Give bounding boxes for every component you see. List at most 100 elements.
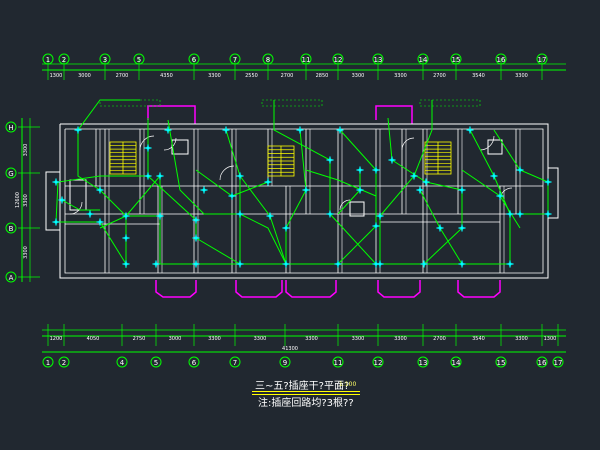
top-axis-label: 13 — [374, 56, 383, 64]
socket-outlet-dot — [390, 158, 394, 162]
panel-box — [99, 99, 161, 107]
socket-outlet-dot — [54, 180, 58, 184]
left-protrusion — [45, 171, 60, 231]
bottom-axis-label: 17 — [554, 359, 563, 367]
socket-outlet-dot — [424, 180, 428, 184]
socket-circuit-wire — [125, 174, 161, 264]
socket-outlet-dot — [284, 226, 288, 230]
balcony-bottom-3 — [285, 280, 337, 298]
socket-outlet-dot — [498, 194, 502, 198]
socket-outlet-dot — [378, 262, 382, 266]
socket-outlet-dot — [284, 262, 288, 266]
socket-outlet-dot — [338, 128, 342, 132]
socket-outlet-dot — [202, 188, 206, 192]
top-dim-value: 2550 — [245, 73, 258, 79]
bottom-dim-value: 4050 — [87, 336, 100, 342]
socket-outlet-dot — [358, 168, 362, 172]
socket-outlet-dot — [194, 262, 198, 266]
bottom-axis-label: 1 — [46, 359, 50, 367]
top-axis-label: 5 — [137, 56, 141, 64]
left-dim-value: 3300 — [23, 144, 29, 157]
socket-outlet-dot — [460, 188, 464, 192]
left-dim-value: 3300 — [23, 194, 29, 207]
bottom-axis-label: 9 — [283, 359, 287, 367]
staircases — [109, 141, 452, 177]
bottom-axis-label: 12 — [374, 359, 383, 367]
balcony-top-1 — [147, 105, 196, 124]
top-dim-value: 3300 — [352, 73, 365, 79]
door-swing — [339, 199, 351, 211]
socket-outlet-dot — [374, 168, 378, 172]
top-axis-label: 17 — [538, 56, 547, 64]
socket-outlet-dot — [336, 262, 340, 266]
socket-outlet-dot — [468, 128, 472, 132]
socket-outlet-dot — [146, 146, 150, 150]
row-axis-label: B — [9, 225, 14, 233]
top-dim-value: 3300 — [208, 73, 221, 79]
socket-outlet-dot — [508, 212, 512, 216]
socket-circuit-wire — [305, 169, 377, 197]
socket-outlet-dot — [154, 262, 158, 266]
socket-circuit-wire — [239, 213, 287, 265]
socket-circuit-wire — [461, 169, 521, 229]
door-swing — [401, 137, 415, 151]
socket-outlet-dot — [518, 212, 522, 216]
socket-outlet-dot — [328, 158, 332, 162]
bottom-axis-label: 6 — [192, 359, 197, 367]
top-dim-value: 1300 — [50, 73, 63, 79]
socket-outlet-dot — [412, 174, 416, 178]
bottom-axis-label: 15 — [497, 359, 506, 367]
bottom-dim-value: 1300 — [544, 336, 557, 342]
drawing-scale: 1:100 — [339, 381, 357, 388]
socket-outlet-dot — [158, 174, 162, 178]
left-dim-value: 3300 — [23, 246, 29, 259]
socket-outlet-dot — [546, 212, 550, 216]
socket-outlet-dot — [518, 168, 522, 172]
fixture — [171, 139, 189, 155]
socket-outlet-dot — [438, 226, 442, 230]
bottom-dim-value: 1200 — [50, 336, 63, 342]
top-dim-value: 3540 — [472, 73, 485, 79]
top-axis-label: 6 — [192, 56, 197, 64]
top-dimension-line: 1 2 3 5 6 7 8 11 12 13 14 15 16 171300 3000 2700 4350 330… — [42, 53, 566, 80]
panel-box — [419, 99, 481, 107]
outer-wall — [59, 123, 549, 279]
socket-outlet-dot — [298, 128, 302, 132]
top-dim-value: 2700 — [116, 73, 129, 79]
socket-outlet-dot — [158, 214, 162, 218]
bottom-axis-label: 7 — [233, 359, 237, 367]
top-dim-value: 4350 — [160, 73, 173, 79]
bottom-dim-value: 3300 — [305, 336, 318, 342]
top-axis-label: 7 — [233, 56, 237, 64]
balcony-bottom-4 — [377, 280, 421, 298]
socket-outlet-dot — [358, 188, 362, 192]
socket-circuit-wire — [387, 117, 463, 265]
socket-outlet-dot — [418, 188, 422, 192]
top-dim-value: 2850 — [316, 73, 329, 79]
socket-outlet-dot — [98, 188, 102, 192]
bottom-dimension-line: 1 2 4 5 6 7 9 11 12 13 14 15 16 171200 4050 2750 3000 330… — [42, 324, 566, 368]
bottom-dim-value: 3540 — [472, 336, 485, 342]
socket-outlet-dot — [268, 214, 272, 218]
socket-outlet-dot — [460, 262, 464, 266]
top-dim-value: 2700 — [281, 73, 294, 79]
socket-outlet-dot — [304, 188, 308, 192]
balcony-bottom-5 — [457, 280, 501, 298]
bottom-dim-value: 2750 — [133, 336, 146, 342]
socket-outlet-dot — [98, 220, 102, 224]
socket-outlet-dot — [166, 128, 170, 132]
socket-wiring — [55, 99, 549, 268]
socket-outlet-dot — [54, 220, 58, 224]
top-dim-value: 3000 — [78, 73, 91, 79]
top-axis-label: 11 — [302, 56, 311, 64]
top-dim-value: 3300 — [394, 73, 407, 79]
socket-circuit-wire — [493, 129, 549, 215]
fixture — [487, 139, 503, 155]
left-total-value: 12600 — [15, 192, 21, 208]
socket-outlet-dot — [378, 214, 382, 218]
bottom-axis-label: 13 — [419, 359, 428, 367]
bottom-dim-value: 2700 — [433, 336, 446, 342]
socket-outlet-dot — [328, 212, 332, 216]
bottom-dim-value: 3300 — [394, 336, 407, 342]
socket-outlet-dot — [88, 212, 92, 216]
